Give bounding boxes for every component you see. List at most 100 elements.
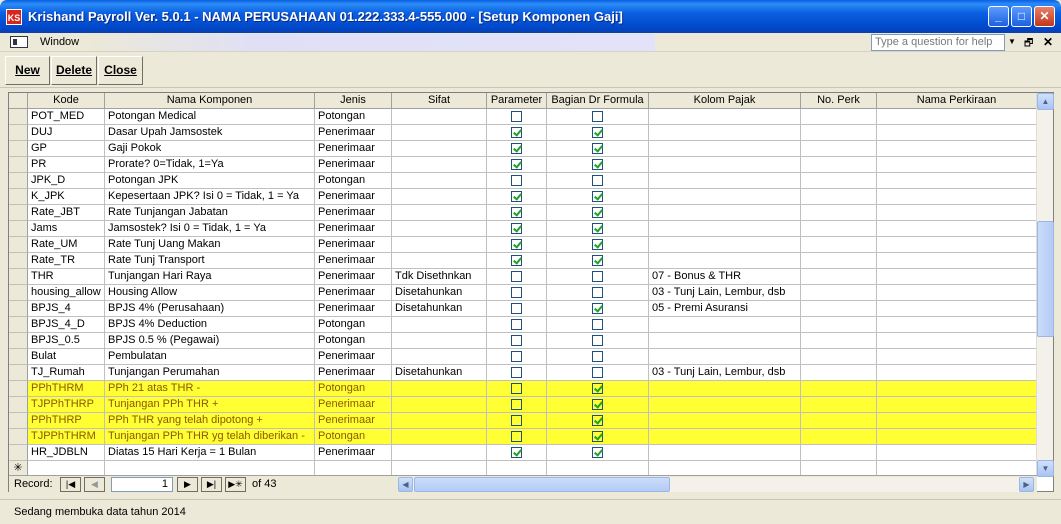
unchecked-checkbox[interactable] [511,287,522,298]
cell-sifat[interactable] [392,221,487,237]
record-selector[interactable] [9,365,28,381]
checked-checkbox[interactable] [511,239,522,250]
table-row[interactable]: Bulat Pembulatan Penerimaar [9,349,1037,365]
cell-parameter[interactable] [487,365,547,381]
cell-nama-komponen[interactable]: Tunjangan Hari Raya [105,269,315,285]
horizontal-scrollbar[interactable]: ◀ ▶ [398,477,1034,492]
unchecked-checkbox[interactable] [511,431,522,442]
cell-kode[interactable]: housing_allow [28,285,105,301]
cell-bagian-dr-formula[interactable] [547,221,649,237]
table-row[interactable]: BPJS_0.5 BPJS 0.5 % (Pegawai) Potongan [9,333,1037,349]
cell-parameter[interactable] [487,285,547,301]
cell-nama-perkiraan[interactable] [877,125,1037,141]
cell-bagian-dr-formula[interactable] [547,445,649,461]
cell-bagian-dr-formula[interactable] [547,285,649,301]
cell-bagian-dr-formula[interactable] [547,365,649,381]
cell-sifat[interactable] [392,125,487,141]
record-selector[interactable] [9,301,28,317]
column-header-nama-komponen[interactable]: Nama Komponen [105,93,315,109]
cell-no-perk[interactable] [801,157,877,173]
cell-nama-perkiraan[interactable] [877,157,1037,173]
cell-sifat[interactable] [392,157,487,173]
unchecked-checkbox[interactable] [511,335,522,346]
cell-jenis[interactable]: Penerimaar [315,253,392,269]
cell-bagian-dr-formula[interactable] [547,333,649,349]
checked-checkbox[interactable] [511,143,522,154]
new-record-button[interactable]: ▶✳ [225,477,246,492]
cell-sifat[interactable]: Disetahunkan [392,301,487,317]
cell-no-perk[interactable] [801,269,877,285]
cell-kode[interactable]: GP [28,141,105,157]
cell-no-perk[interactable] [801,109,877,125]
cell-parameter[interactable] [487,381,547,397]
record-selector[interactable] [9,333,28,349]
cell-kolom-pajak[interactable] [649,125,801,141]
cell-parameter[interactable] [487,221,547,237]
cell-no-perk[interactable] [801,141,877,157]
cell-sifat[interactable] [392,173,487,189]
cell-bagian-dr-formula[interactable] [547,317,649,333]
cell-no-perk[interactable] [801,205,877,221]
cell-kolom-pajak[interactable] [649,173,801,189]
checked-checkbox[interactable] [511,127,522,138]
checked-checkbox[interactable] [511,223,522,234]
last-record-button[interactable]: ▶| [201,477,222,492]
cell-kolom-pajak[interactable] [649,349,801,365]
cell-jenis[interactable]: Penerimaar [315,285,392,301]
cell-jenis[interactable]: Penerimaar [315,221,392,237]
record-selector[interactable] [9,397,28,413]
checked-checkbox[interactable] [592,223,603,234]
unchecked-checkbox[interactable] [511,351,522,362]
table-row[interactable]: BPJS_4 BPJS 4% (Perusahaan) Penerimaar Dise… [9,301,1037,317]
checked-checkbox[interactable] [511,207,522,218]
unchecked-checkbox[interactable] [511,271,522,282]
cell-nama-perkiraan[interactable] [877,141,1037,157]
cell-nama-komponen[interactable]: Gaji Pokok [105,141,315,157]
horizontal-scroll-thumb[interactable] [414,477,670,492]
table-row[interactable]: Jams Jamsostek? Isi 0 = Tidak, 1 = Ya Pene… [9,221,1037,237]
cell-nama-komponen[interactable]: Potongan Medical [105,109,315,125]
cell-parameter[interactable] [487,349,547,365]
cell-nama-perkiraan[interactable] [877,429,1037,445]
table-row[interactable]: TJPPhTHRP Tunjangan PPh THR + Penerimaar [9,397,1037,413]
record-selector[interactable] [9,349,28,365]
cell-no-perk[interactable] [801,301,877,317]
cell-bagian-dr-formula[interactable] [547,173,649,189]
cell-parameter[interactable] [487,269,547,285]
cell-kode[interactable]: JPK_D [28,173,105,189]
checked-checkbox[interactable] [592,303,603,314]
table-row[interactable]: K_JPK Kepesertaan JPK? Isi 0 = Tidak, 1 =… [9,189,1037,205]
cell-nama-komponen[interactable]: PPh 21 atas THR - [105,381,315,397]
cell-jenis[interactable]: Potongan [315,429,392,445]
cell-nama-perkiraan[interactable] [877,381,1037,397]
checked-checkbox[interactable] [511,447,522,458]
maximize-button[interactable]: □ [1011,6,1032,27]
cell-kode[interactable]: THR [28,269,105,285]
cell-nama-komponen[interactable]: Rate Tunj Uang Makan [105,237,315,253]
cell-kode[interactable]: Rate_UM [28,237,105,253]
cell-kolom-pajak[interactable] [649,333,801,349]
column-header-kode[interactable]: Kode [28,93,105,109]
cell-nama-perkiraan[interactable] [877,413,1037,429]
cell-no-perk[interactable] [801,349,877,365]
record-selector[interactable] [9,157,28,173]
cell-sifat[interactable] [392,413,487,429]
cell-kolom-pajak[interactable]: 03 - Tunj Lain, Lembur, dsb [649,365,801,381]
cell-nama-komponen[interactable]: BPJS 0.5 % (Pegawai) [105,333,315,349]
cell-nama-komponen[interactable]: Kepesertaan JPK? Isi 0 = Tidak, 1 = Ya [105,189,315,205]
new-button[interactable]: New [5,56,50,85]
cell-kolom-pajak[interactable]: 05 - Premi Asuransi [649,301,801,317]
cell-nama-komponen[interactable]: Tunjangan PPh THR yg telah diberikan - [105,429,315,445]
app-icon[interactable]: KS [6,8,22,25]
cell-sifat[interactable]: Disetahunkan [392,365,487,381]
cell-kolom-pajak[interactable] [649,381,801,397]
close-window-button[interactable]: ✕ [1034,6,1055,27]
table-row[interactable]: THR Tunjangan Hari Raya Penerimaar Tdk Dise… [9,269,1037,285]
cell-nama-perkiraan[interactable] [877,333,1037,349]
cell-kolom-pajak[interactable] [649,429,801,445]
cell-no-perk[interactable] [801,285,877,301]
cell-kolom-pajak[interactable] [649,413,801,429]
cell-kolom-pajak[interactable] [649,397,801,413]
unchecked-checkbox[interactable] [592,287,603,298]
cell-parameter[interactable] [487,141,547,157]
